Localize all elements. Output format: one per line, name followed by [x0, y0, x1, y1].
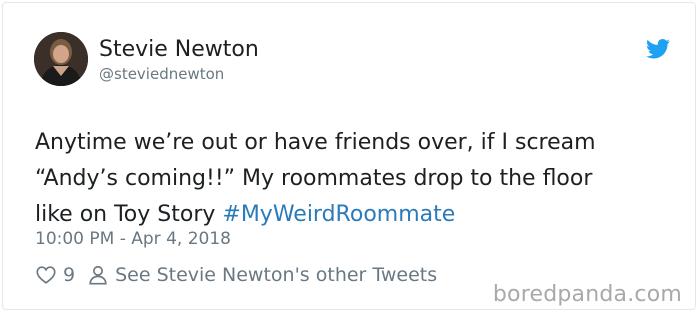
tweet-timestamp[interactable]: 10:00 PM - Apr 4, 2018	[35, 229, 231, 249]
person-icon[interactable]	[87, 264, 109, 286]
tweet-text-line: like on Toy Story #MyWeirdRoommate	[35, 197, 675, 233]
tweet-text: Anytime we’re out or have friends over, …	[35, 125, 675, 233]
other-tweets-link[interactable]: See Stevie Newton's other Tweets	[115, 264, 437, 286]
tweet-actions: 9 See Stevie Newton's other Tweets	[35, 261, 437, 289]
author-display-name[interactable]: Stevie Newton	[99, 37, 259, 62]
avatar[interactable]	[34, 32, 88, 86]
tweet-text-fragment: like on Toy Story	[35, 202, 223, 227]
like-count: 9	[63, 264, 76, 286]
avatar-photo	[34, 32, 88, 86]
twitter-bird-icon[interactable]	[646, 39, 670, 59]
author-handle[interactable]: @steviednewton	[99, 65, 224, 83]
tweet-card: Stevie Newton @steviednewton Anytime we’…	[2, 2, 696, 310]
heart-icon[interactable]	[35, 264, 57, 286]
hashtag-link[interactable]: #MyWeirdRoommate	[222, 202, 455, 227]
tweet-text-line: “Andy’s coming!!” My roommates drop to t…	[35, 166, 593, 191]
boredpanda-watermark: boredpanda.com	[492, 282, 682, 307]
tweet-text-line: Anytime we’re out or have friends over, …	[35, 130, 596, 155]
